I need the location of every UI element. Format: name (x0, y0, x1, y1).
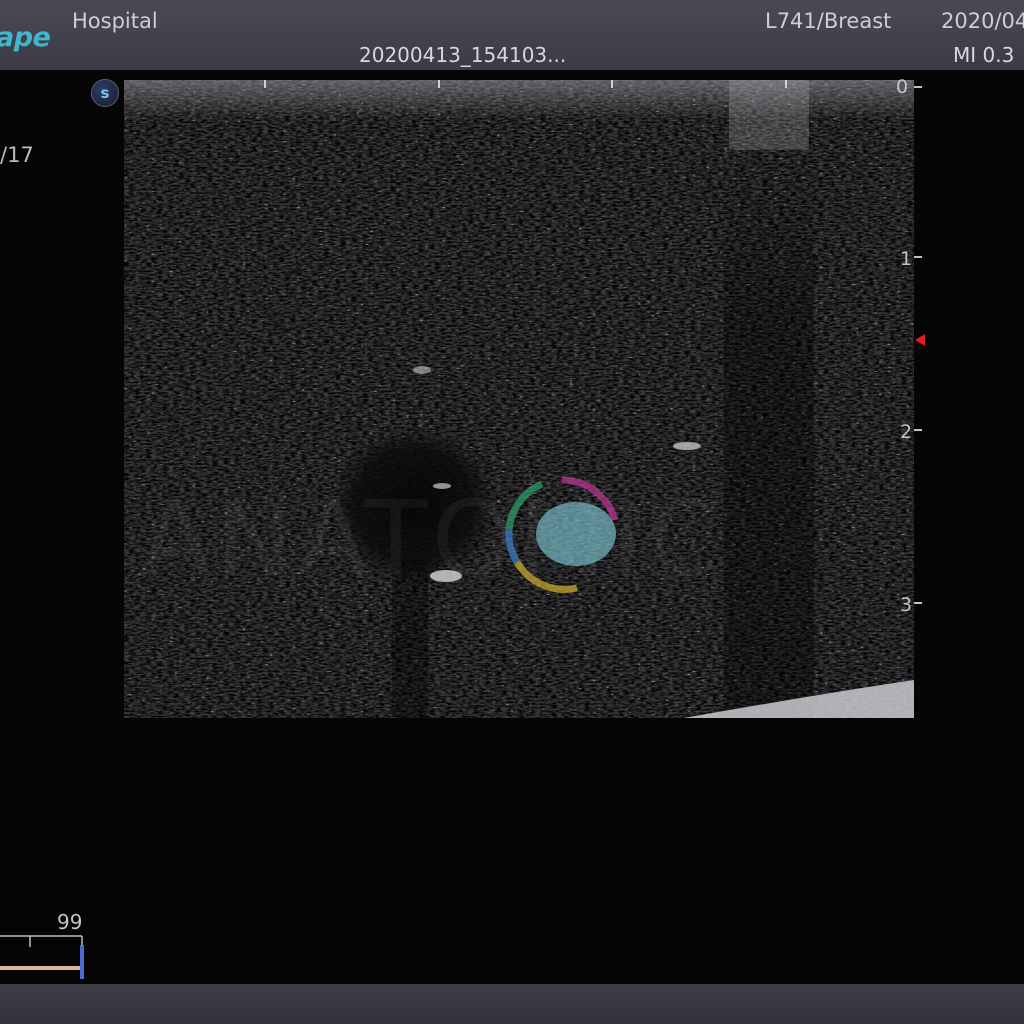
exam-date: 2020/04 (941, 9, 1024, 33)
depth-label-0: 0 (896, 76, 909, 98)
gray-map-value: 99 (57, 910, 83, 934)
depth-label-3: 3 (900, 594, 913, 616)
s-logo-icon: s (91, 79, 119, 107)
frame-counter: /17 (0, 143, 34, 167)
depth-label-2: 2 (900, 421, 913, 443)
brand-logo: ape (0, 22, 51, 53)
probe-preset: L741/Breast (765, 9, 892, 33)
header-bar: ape Hospital 20200413_154103... L741/Bre… (0, 0, 1024, 70)
focus-marker-icon[interactable] (915, 334, 925, 346)
depth-label-1: 1 (900, 248, 913, 270)
mechanical-index: MI 0.3 (953, 43, 1015, 67)
ultrasound-screen: ape Hospital 20200413_154103... L741/Bre… (0, 0, 1024, 1024)
depth-tick (914, 256, 922, 258)
depth-tick (914, 429, 922, 431)
gray-map-bar (0, 935, 84, 979)
hospital-name: Hospital (72, 9, 158, 33)
speckle-texture (124, 80, 914, 718)
footer-bar (0, 984, 1024, 1024)
ultrasound-image[interactable] (124, 80, 914, 718)
study-id: 20200413_154103... (359, 43, 567, 67)
depth-tick (914, 86, 922, 88)
depth-tick (914, 602, 922, 604)
